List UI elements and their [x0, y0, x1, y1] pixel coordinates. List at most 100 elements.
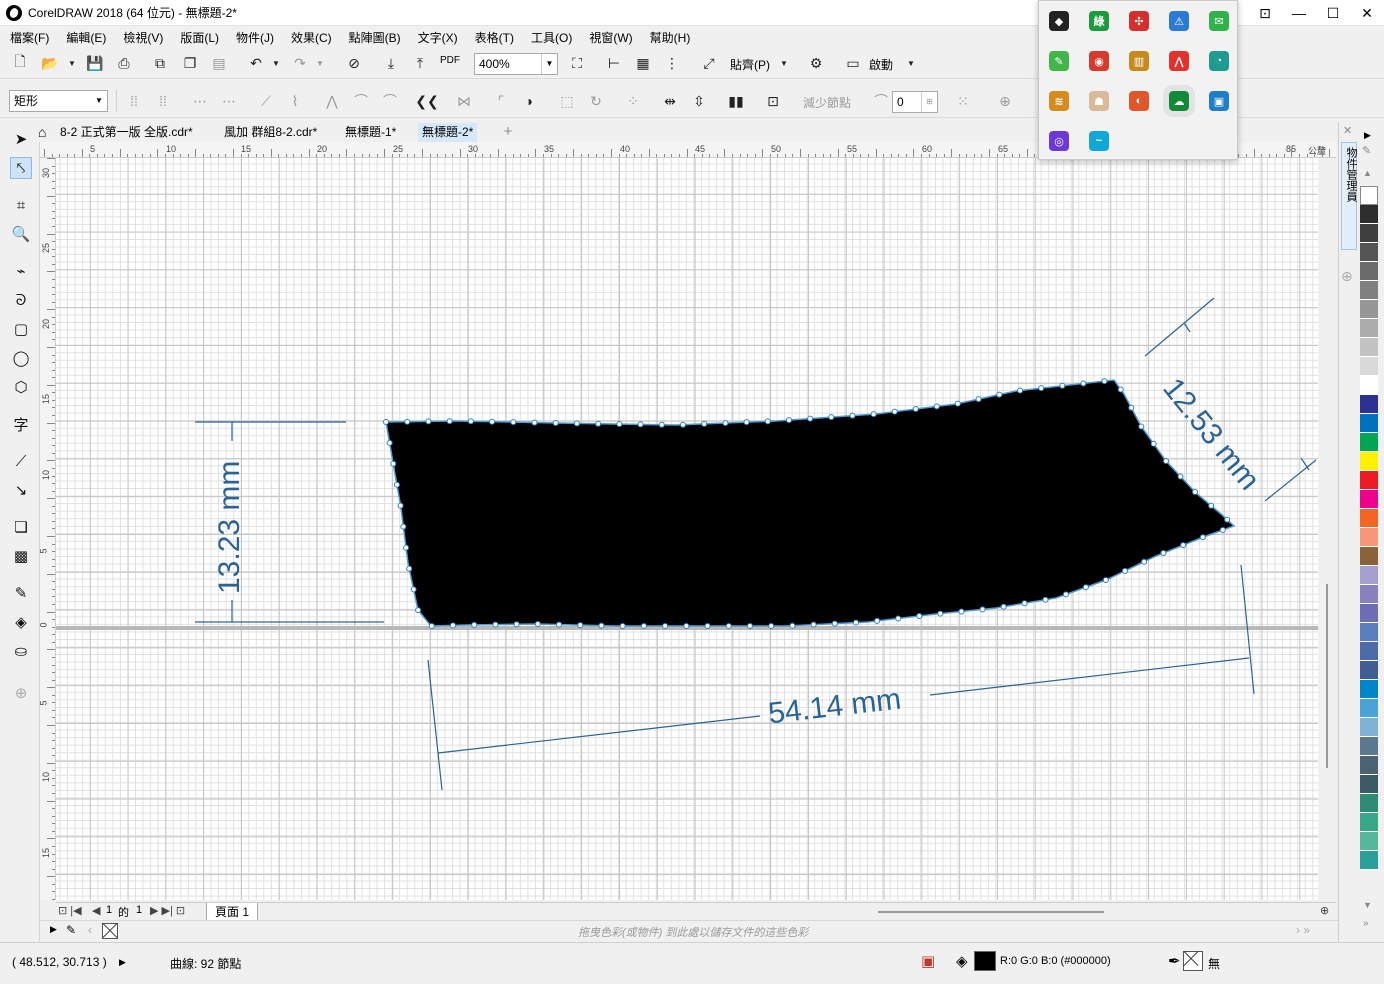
curve-node[interactable]	[722, 420, 729, 427]
curve-node[interactable]	[595, 420, 602, 427]
delete-node-icon[interactable]: ⁞⁞	[153, 91, 173, 111]
join-nodes-icon[interactable]: ⋯	[190, 91, 210, 111]
curve-node[interactable]	[640, 623, 647, 629]
select-all-nodes-icon[interactable]: ⊡	[763, 91, 783, 111]
outline-pen-icon[interactable]: ✒	[1168, 952, 1181, 970]
curve-node[interactable]	[743, 419, 750, 426]
tray-app-f-icon[interactable]: ✎	[1049, 51, 1069, 71]
pick-tool-icon[interactable]: ➤	[10, 128, 32, 150]
curve-node[interactable]	[1177, 473, 1184, 480]
elastic-mode-icon[interactable]: ▮▮	[726, 91, 746, 111]
paste-icon[interactable]: ▤	[209, 53, 229, 73]
object-type-combo[interactable]: 矩形 ▼	[9, 90, 108, 112]
curve-node[interactable]	[386, 439, 393, 446]
text-tool-icon[interactable]: 字	[10, 413, 32, 435]
curve-node[interactable]	[658, 421, 665, 428]
zoom-level-combo[interactable]: 400% ▼	[474, 53, 558, 75]
status-expand-icon[interactable]: ▶	[119, 957, 126, 968]
curve-node[interactable]	[397, 502, 404, 509]
palette-swatch[interactable]	[1360, 680, 1378, 699]
tray-app-h-icon[interactable]: ▥	[1129, 51, 1149, 71]
palette-swatch[interactable]	[1360, 604, 1378, 623]
zoom-navigator-icon[interactable]: ⊕	[1320, 904, 1329, 917]
stretch-nodes-icon[interactable]: ⬚	[557, 91, 577, 111]
curve-node[interactable]	[1000, 603, 1007, 610]
curve-node[interactable]	[975, 396, 982, 403]
curve-node[interactable]	[534, 621, 541, 628]
undo-icon[interactable]: ↶	[246, 53, 266, 73]
palette-swatch[interactable]	[1360, 357, 1378, 376]
grid-icon[interactable]: ▦	[633, 53, 653, 73]
align-nodes-icon[interactable]: ⁘	[623, 91, 643, 111]
curve-node[interactable]	[428, 622, 435, 629]
palette-swatch[interactable]	[1360, 623, 1378, 642]
vertical-scroll-thumb[interactable]	[1326, 584, 1328, 768]
freehand-tool-icon[interactable]: ⌁	[10, 260, 32, 282]
vertical-ruler[interactable]: 30 25 20 15 10 5 0 5 10 15	[40, 158, 56, 900]
tab-doc-4[interactable]: 無標題-2*	[418, 123, 478, 142]
curve-node[interactable]	[1017, 387, 1024, 394]
curve-node[interactable]	[471, 621, 478, 628]
palette-swatch[interactable]	[1360, 642, 1378, 661]
curve-node[interactable]	[1224, 516, 1231, 523]
close-button[interactable]: ✕	[1350, 0, 1384, 26]
page-prev-icon[interactable]: ◀	[92, 904, 100, 917]
curve-node[interactable]	[410, 586, 417, 593]
curve-node[interactable]	[415, 607, 422, 614]
palette-flyout-icon[interactable]: ▶	[1364, 130, 1371, 141]
curve-node[interactable]	[449, 622, 456, 629]
curve-node[interactable]	[807, 415, 814, 422]
tray-app-m-icon[interactable]: ◐	[1129, 91, 1149, 111]
crop-tool-icon[interactable]: ⌗	[10, 194, 32, 216]
palette-swatch[interactable]	[1360, 547, 1378, 566]
transparency-tool-icon[interactable]: ▩	[10, 545, 32, 567]
to-line-icon[interactable]: ⟋	[256, 91, 276, 111]
curve-node[interactable]	[1180, 542, 1187, 549]
palette-swatch[interactable]	[1360, 224, 1378, 243]
curve-node[interactable]	[891, 408, 898, 415]
tray-app-l-icon[interactable]: ☗	[1089, 91, 1109, 111]
open-folder-icon[interactable]: 📂	[40, 53, 60, 73]
curve-node[interactable]	[400, 523, 407, 530]
curve-node[interactable]	[852, 619, 859, 626]
curve-node[interactable]	[425, 418, 432, 425]
curve-node[interactable]	[1192, 488, 1199, 495]
horizontal-scroll-thumb[interactable]	[878, 911, 1104, 913]
palette-swatch[interactable]	[1360, 794, 1378, 813]
palette-scroll-right-icon[interactable]: › »	[1296, 923, 1310, 937]
tray-app-n-icon[interactable]: ☁	[1163, 85, 1195, 117]
undo-dropdown-icon[interactable]: ▼	[266, 53, 286, 73]
curve-smoothness-input[interactable]: 0 ⊞	[892, 91, 938, 113]
symmetrical-node-icon[interactable]: ⌒	[380, 91, 400, 111]
curve-node[interactable]	[1102, 577, 1109, 584]
palette-swatch[interactable]	[1360, 243, 1378, 262]
palette-swatch[interactable]	[1360, 509, 1378, 528]
curve-smoothness-icon[interactable]: ⌒	[871, 91, 891, 111]
options-gear-icon[interactable]: ⚙	[806, 53, 826, 73]
menu-item-9[interactable]: 工具(O)	[531, 29, 572, 46]
extract-subpath-icon[interactable]: ⌜	[491, 91, 511, 111]
curve-node[interactable]	[1138, 423, 1145, 430]
curve-node[interactable]	[619, 623, 626, 629]
smooth-node-icon[interactable]: ⌒	[351, 91, 371, 111]
menu-item-3[interactable]: 版面(L)	[180, 29, 219, 46]
menu-item-2[interactable]: 檢視(V)	[123, 29, 163, 46]
palette-swatch[interactable]	[1360, 737, 1378, 756]
menu-item-10[interactable]: 視窗(W)	[589, 29, 632, 46]
tab-doc-3[interactable]: 無標題-1*	[341, 123, 400, 142]
curve-node[interactable]	[406, 565, 413, 572]
palette-swatch[interactable]	[1360, 699, 1378, 718]
tray-app-d-icon[interactable]: ⚠	[1169, 11, 1189, 31]
menu-item-11[interactable]: 幫助(H)	[650, 29, 691, 46]
curve-node[interactable]	[1059, 382, 1066, 389]
snap-dropdown-icon[interactable]: ▼	[774, 53, 794, 73]
curve-node[interactable]	[446, 418, 453, 425]
palette-swatch[interactable]	[1360, 300, 1378, 319]
full-screen-icon[interactable]: ⛶	[567, 53, 587, 73]
select-all-nodes-grid-icon[interactable]: ⁙	[953, 91, 973, 111]
page-1-tab[interactable]: 頁面 1	[206, 903, 259, 921]
curve-node[interactable]	[1199, 534, 1206, 541]
tray-app-e-icon[interactable]: ✉	[1209, 11, 1229, 31]
curve-node[interactable]	[785, 417, 792, 424]
menu-item-4[interactable]: 物件(J)	[236, 29, 274, 46]
